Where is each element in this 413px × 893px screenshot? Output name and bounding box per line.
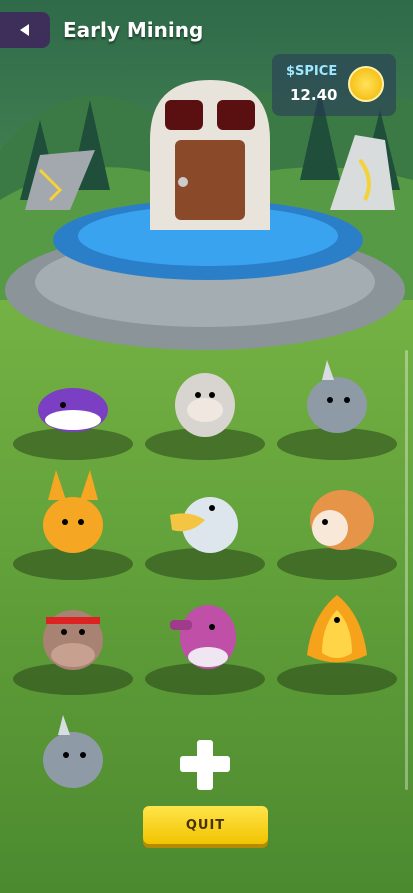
top-bar: Early Mining [0,0,413,60]
quit-button[interactable]: QUIT [143,806,268,844]
pet-slot-phoenix[interactable] [277,575,397,695]
hippo-pet-icon [43,610,103,670]
pet-slot-hippo[interactable] [13,575,133,695]
seahorse-pet-icon [170,605,236,669]
arrow-left-icon [20,24,29,36]
rhino-pet-icon [43,715,103,788]
pet-slot-fox[interactable] [13,460,133,580]
pet-slot-rhino-2[interactable] [13,690,133,790]
page-title: Early Mining [63,18,204,42]
whale-pet-icon [38,388,108,432]
pet-slot-yeti[interactable] [145,340,265,460]
hedgehog-pet-icon [310,490,374,550]
pet-slot-rhino[interactable] [277,340,397,460]
rhino-pet-icon [307,360,367,433]
spice-balance: $SPICE 12.40 [272,54,396,116]
scrollbar[interactable] [405,350,408,790]
pet-slot-pelican[interactable] [145,460,265,580]
fox-pet-icon [43,470,103,553]
yeti-pet-icon [175,373,235,437]
gold-coin-icon [348,66,384,102]
spice-label: $SPICE [286,64,338,79]
back-button[interactable] [0,12,50,48]
pet-slot-hedgehog[interactable] [277,460,397,580]
quit-label: QUIT [185,817,226,833]
pet-slot-whale[interactable] [13,340,133,460]
pelican-pet-icon [170,497,238,553]
phoenix-pet-icon [307,595,367,663]
spice-value: 12.40 [290,86,338,104]
plus-icon [180,740,230,790]
add-pet-slot[interactable] [145,690,265,790]
pet-slot-seahorse[interactable] [145,575,265,695]
